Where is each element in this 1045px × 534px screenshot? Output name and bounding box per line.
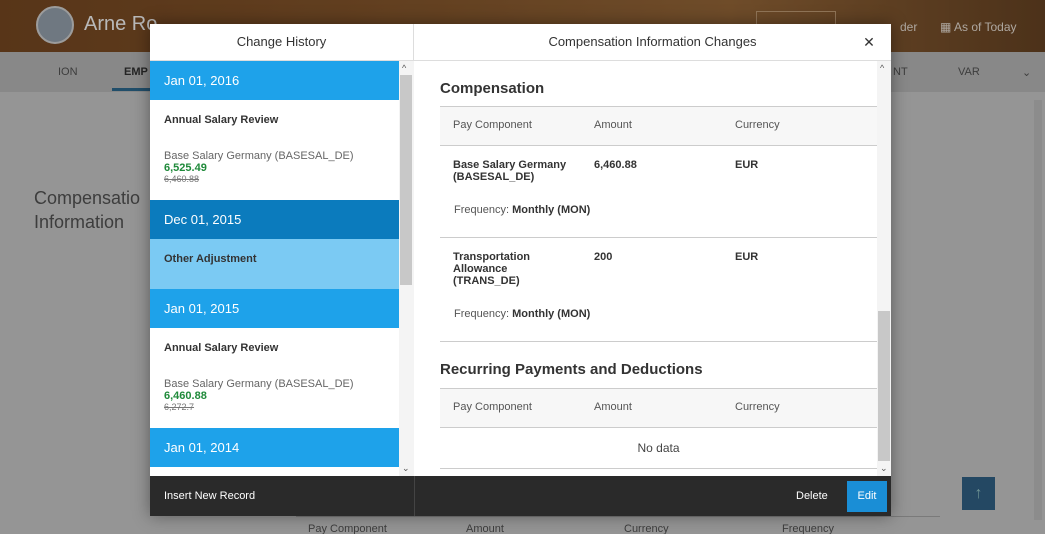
row-divider [440, 468, 877, 469]
edit-button[interactable]: Edit [847, 481, 887, 512]
scroll-down-icon[interactable]: ⌄ [402, 463, 410, 474]
history-date-row[interactable]: Jan 01, 2014 [150, 428, 399, 467]
history-date-row-selected[interactable]: Dec 01, 2015 [150, 200, 399, 239]
currency-cell: EUR [735, 159, 759, 171]
amount-cell: 6,460.88 [594, 159, 637, 171]
new-value: 6,525.49 [164, 162, 207, 174]
scrollbar-thumb[interactable] [878, 311, 890, 461]
scroll-down-icon[interactable]: ⌄ [880, 463, 888, 474]
recurring-section-title: Recurring Payments and Deductions [440, 361, 703, 378]
row-divider [440, 237, 877, 238]
amount-cell: 200 [594, 251, 613, 263]
scroll-up-icon[interactable]: ^ [880, 63, 884, 73]
old-value: 6,460.88 [164, 174, 200, 184]
pay-component-cell: Transportation Allowance (TRANS_DE) [453, 251, 531, 287]
history-item[interactable]: Annual Salary Review Base Salary Germany… [150, 328, 399, 428]
row-divider [440, 341, 877, 342]
close-icon[interactable]: ✕ [861, 34, 877, 50]
new-value: 6,460.88 [164, 390, 207, 402]
history-item-selected[interactable]: Other Adjustment [150, 239, 399, 289]
pay-component-cell: Base Salary Germany (BASESAL_DE) [453, 159, 567, 183]
compensation-section-title: Compensation [440, 80, 545, 97]
recurring-table-header: Pay Component Amount Currency [440, 388, 877, 428]
history-date-row[interactable]: Jan 01, 2016 [150, 61, 399, 100]
compensation-details: Compensation Pay Component Amount Curren… [414, 61, 877, 476]
compensation-history-dialog: Change History Jan 01, 2016 Annual Salar… [150, 24, 891, 516]
history-list: Jan 01, 2016 Annual Salary Review Base S… [150, 61, 399, 476]
scroll-up-icon[interactable]: ^ [402, 63, 406, 73]
compensation-changes-panel: Compensation Information Changes ✕ Compe… [414, 24, 891, 476]
frequency-row: Frequency: Monthly (MON) [454, 204, 591, 216]
history-date-row[interactable]: Jan 01, 2015 [150, 289, 399, 328]
dialog-footer: Insert New Record Delete Edit [150, 476, 891, 516]
insert-new-record-button[interactable]: Insert New Record [164, 490, 255, 502]
history-item[interactable]: Annual Salary Review Base Salary Germany… [150, 100, 399, 200]
delete-button[interactable]: Delete [796, 490, 828, 502]
footer-divider [414, 476, 415, 516]
no-data-text: No data [637, 441, 680, 455]
change-history-panel: Change History Jan 01, 2016 Annual Salar… [150, 24, 414, 476]
history-scrollbar[interactable]: ^ ⌄ [399, 61, 414, 476]
currency-cell: EUR [735, 251, 759, 263]
details-scrollbar[interactable]: ^ ⌄ [877, 61, 891, 476]
old-value: 6,272.7 [164, 402, 195, 412]
compensation-changes-title: Compensation Information Changes [414, 24, 891, 61]
compensation-table-header: Pay Component Amount Currency [440, 106, 877, 146]
frequency-row: Frequency: Monthly (MON) [454, 308, 591, 320]
scrollbar-thumb[interactable] [400, 75, 412, 285]
change-history-title: Change History [150, 24, 413, 61]
